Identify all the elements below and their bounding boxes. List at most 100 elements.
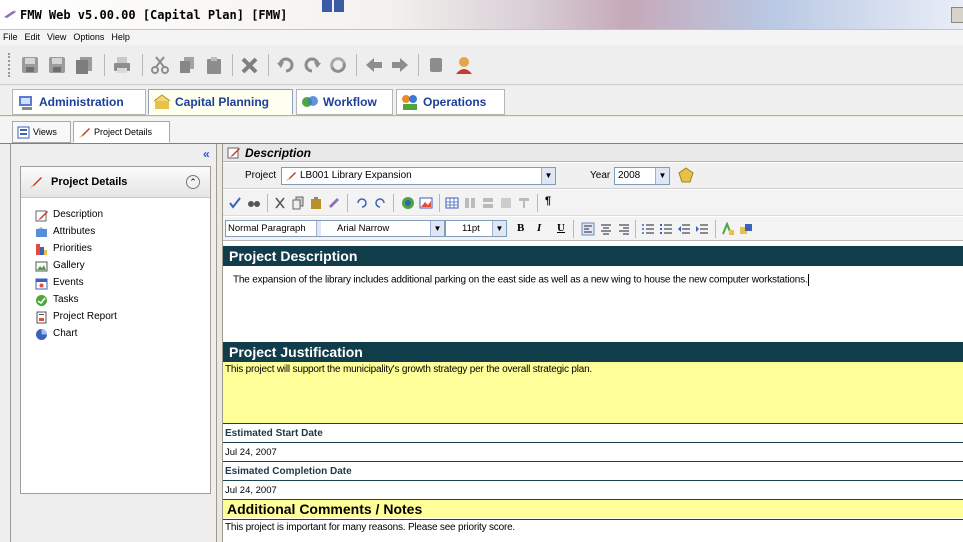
nav-item-gallery[interactable]: Gallery: [35, 258, 117, 275]
chevron-down-icon[interactable]: ▼: [541, 168, 555, 184]
project-details-icon: [79, 128, 90, 138]
menu-file[interactable]: File: [3, 30, 18, 45]
nav-item-tasks[interactable]: Tasks: [35, 292, 117, 309]
tab-project-details[interactable]: Project Details: [73, 121, 170, 143]
project-details-icon: [286, 172, 296, 181]
year-label: Year: [590, 170, 611, 181]
report-icon: [36, 311, 47, 324]
nav-list: Description Attributes Priorities Galler…: [35, 207, 117, 343]
cut-icon[interactable]: [150, 55, 170, 75]
nav-item-events[interactable]: Events: [35, 275, 117, 292]
cut-icon[interactable]: [273, 196, 287, 210]
font-select[interactable]: Arial Narrow ▼: [321, 220, 445, 237]
align-left-icon[interactable]: [581, 222, 595, 236]
chevron-down-icon[interactable]: ▼: [492, 221, 506, 236]
tab-workflow[interactable]: Workflow: [296, 89, 393, 115]
panel-title: Project Details: [51, 176, 128, 188]
menu-options[interactable]: Options: [73, 30, 104, 45]
redo-icon[interactable]: [302, 55, 322, 75]
chevron-up-icon[interactable]: ⌃: [186, 175, 200, 189]
main-toolbar: [0, 45, 963, 85]
user-icon[interactable]: [454, 55, 474, 75]
forward-icon[interactable]: [390, 55, 410, 75]
views-icon: [17, 126, 30, 139]
project-description-text[interactable]: The expansion of the library includes ad…: [223, 266, 963, 342]
admin-icon: [19, 96, 32, 110]
refresh-icon[interactable]: [328, 55, 348, 75]
pencil-icon: [227, 147, 240, 159]
nav-item-chart[interactable]: Chart: [35, 326, 117, 343]
image-icon[interactable]: [419, 196, 433, 210]
tab-capital-planning[interactable]: Capital Planning: [148, 89, 293, 115]
year-select[interactable]: 2008 ▼: [614, 167, 670, 185]
nav-item-priorities[interactable]: Priorities: [35, 241, 117, 258]
undo-icon[interactable]: [276, 55, 296, 75]
refresh-year-icon[interactable]: [678, 167, 694, 183]
italic-button[interactable]: I: [537, 222, 541, 234]
menu-bar: File Edit View Options Help: [0, 30, 963, 45]
nav-item-project-report[interactable]: Project Report: [35, 309, 117, 326]
nav-item-attributes[interactable]: Attributes: [35, 224, 117, 241]
redo-icon[interactable]: [373, 196, 387, 210]
tasks-icon: [36, 295, 47, 306]
attach-icon[interactable]: [426, 55, 446, 75]
chevron-down-icon[interactable]: ▼: [655, 168, 669, 184]
events-icon: [35, 278, 48, 290]
project-description-heading: Project Description: [223, 246, 963, 266]
additional-comments-heading: Additional Comments / Notes: [223, 499, 963, 518]
save-all-icon[interactable]: [20, 55, 40, 75]
collapse-panel-icon[interactable]: «: [203, 147, 210, 161]
minimize-button[interactable]: [951, 7, 963, 23]
project-select[interactable]: LB001 Library Expansion ▼: [281, 167, 556, 185]
chevron-down-icon[interactable]: ▼: [430, 221, 444, 236]
bullet-list-icon[interactable]: [659, 222, 673, 236]
back-icon[interactable]: [364, 55, 384, 75]
print-icon[interactable]: [112, 55, 132, 75]
paste-icon[interactable]: [204, 55, 224, 75]
save-icon[interactable]: [47, 55, 67, 75]
menu-view[interactable]: View: [47, 30, 66, 45]
merge-cells-icon[interactable]: [499, 196, 513, 210]
spellcheck-icon[interactable]: [228, 196, 242, 210]
text-color-icon[interactable]: [721, 222, 735, 236]
menu-edit[interactable]: Edit: [25, 30, 41, 45]
numbered-list-icon[interactable]: [641, 222, 655, 236]
indent-icon[interactable]: [695, 222, 709, 236]
project-label: Project: [245, 170, 277, 181]
project-justification-text[interactable]: This project will support the municipali…: [223, 362, 963, 423]
align-right-icon[interactable]: [617, 222, 631, 236]
table-icon[interactable]: [445, 196, 459, 210]
project-details-header: Project Details ⌃: [21, 167, 210, 198]
copy-document-icon[interactable]: [74, 55, 94, 75]
paragraph-mark-button[interactable]: ¶: [545, 195, 551, 207]
insert-column-icon[interactable]: [463, 196, 477, 210]
completion-date-value[interactable]: Jul 24, 2007: [223, 480, 963, 499]
menu-help[interactable]: Help: [111, 30, 130, 45]
document-content[interactable]: Project Description The expansion of the…: [223, 242, 963, 542]
find-icon[interactable]: [247, 196, 261, 210]
additional-comments-text[interactable]: This project is important for many reaso…: [223, 519, 963, 541]
tab-views[interactable]: Views: [12, 121, 71, 143]
insert-row-icon[interactable]: [481, 196, 495, 210]
hyperlink-icon[interactable]: [401, 196, 415, 210]
left-panel: « Project Details ⌃ Description Attribut…: [0, 144, 217, 542]
tab-administration[interactable]: Administration: [12, 89, 146, 115]
underline-button[interactable]: U: [557, 222, 565, 234]
copy-icon[interactable]: [177, 55, 197, 75]
font-size-select[interactable]: 11pt ▼: [445, 220, 507, 237]
paste-icon[interactable]: [309, 196, 323, 210]
split-cells-icon[interactable]: [517, 196, 531, 210]
delete-icon[interactable]: [240, 55, 260, 75]
undo-icon[interactable]: [355, 196, 369, 210]
outdent-icon[interactable]: [677, 222, 691, 236]
nav-item-description[interactable]: Description: [35, 207, 117, 224]
tab-operations[interactable]: Operations: [396, 89, 505, 115]
highlight-icon[interactable]: [739, 222, 753, 236]
project-justification-heading: Project Justification: [223, 342, 963, 362]
bold-button[interactable]: B: [517, 222, 524, 234]
paste-special-icon[interactable]: [327, 196, 341, 210]
paragraph-style-select[interactable]: Normal Paragraph ▼: [225, 220, 331, 237]
copy-icon[interactable]: [291, 196, 305, 210]
align-center-icon[interactable]: [599, 222, 613, 236]
start-date-value[interactable]: Jul 24, 2007: [223, 442, 963, 461]
